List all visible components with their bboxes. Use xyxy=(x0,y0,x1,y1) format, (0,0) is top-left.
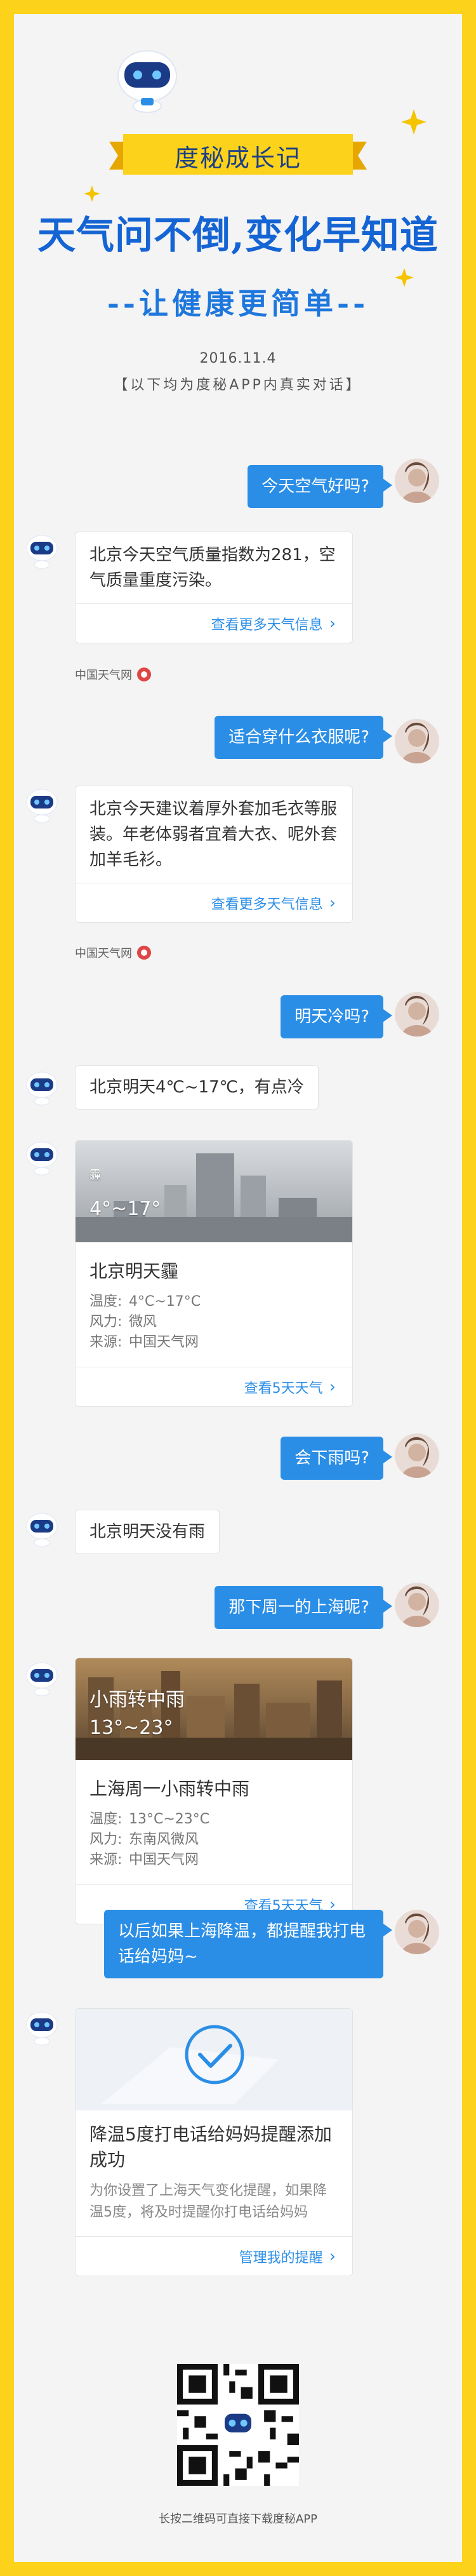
chevron-right-icon: › xyxy=(329,893,336,913)
answer-card: 北京今天建议着厚外套加毛衣等服装。年老体弱者宜着大衣、呢外套加羊毛衫。 查看更多… xyxy=(75,786,353,923)
temp-label: 温度: xyxy=(89,1294,122,1310)
sparkle-icon xyxy=(401,109,426,135)
photo-weather-title: 小雨转中雨 xyxy=(89,1689,185,1711)
source-label: 中国天气网 xyxy=(75,944,151,961)
bot-message: 北京明天4℃~17℃，有点冷 xyxy=(75,1065,319,1110)
rain-photo: 小雨转中雨 13°~23° xyxy=(76,1658,352,1760)
wind-label: 风力: xyxy=(89,1314,122,1330)
temp-value: 4°C~17°C xyxy=(129,1294,201,1310)
user-message: 那下周一的上海呢? xyxy=(215,1586,392,1629)
reminder-title: 降温5度打电话给妈妈提醒添加成功 xyxy=(89,2124,332,2170)
more-weather-link[interactable]: 查看更多天气信息 › xyxy=(76,883,352,922)
answer-text: 北京今天建议着厚外套加毛衣等服装。年老体弱者宜着大衣、呢外套加羊毛衫。 xyxy=(89,800,338,869)
weather-title: 上海周一小雨转中雨 xyxy=(89,1778,250,1799)
sparkle-icon xyxy=(84,185,100,202)
bot-avatar xyxy=(26,789,58,823)
chevron-right-icon: › xyxy=(329,614,336,633)
photo-temperature: 4°~17° xyxy=(89,1198,161,1220)
qr-code[interactable] xyxy=(177,2364,299,2486)
haze-photo: 霾 4°~17° xyxy=(76,1141,352,1242)
user-message: 今天空气好吗? xyxy=(248,465,392,508)
user-message: 会下雨吗? xyxy=(281,1437,392,1480)
answer-text: 北京今天空气质量指数为281，空气质量重度污染。 xyxy=(89,546,336,590)
more-weather-link[interactable]: 查看更多天气信息 › xyxy=(76,603,352,643)
source-text: 中国天气网 xyxy=(75,669,132,682)
source-text: 中国天气网 xyxy=(75,947,132,960)
answer-card: 北京今天空气质量指数为281，空气质量重度污染。 查看更多天气信息 › xyxy=(75,532,353,643)
bot-message: 北京明天没有雨 xyxy=(75,1510,220,1554)
temp-label: 温度: xyxy=(89,1811,122,1827)
article-frame: 度秘成长记 天气问不倒,变化早知道 --让健康更简单-- 2016.11.4 【… xyxy=(14,14,462,2562)
user-message: 以后如果上海降温，都提醒我打电话给妈妈~ xyxy=(104,1910,392,1978)
banner-title: 度秘成长记 xyxy=(174,144,301,172)
bot-avatar xyxy=(26,1513,58,1547)
qr-caption: 长按二维码可直接下载度秘APP xyxy=(158,2512,318,2526)
temp-value: 13°C~23°C xyxy=(129,1811,210,1827)
bot-avatar xyxy=(26,2011,58,2046)
source-logo-icon xyxy=(137,946,151,960)
five-day-label: 查看5天天气 xyxy=(244,1380,323,1397)
source-logo-icon xyxy=(137,667,151,681)
checkmark-icon xyxy=(76,2009,352,2110)
headline: 天气问不倒,变化早知道 xyxy=(37,213,439,258)
five-day-weather-link[interactable]: 查看5天天气 › xyxy=(76,1367,352,1406)
subheadline: --让健康更简单-- xyxy=(107,286,369,321)
chevron-right-icon: › xyxy=(329,2246,336,2266)
reminder-card[interactable]: 降温5度打电话给妈妈提醒添加成功 为你设置了上海天气变化提醒，如果降温5度，将及… xyxy=(75,2008,353,2276)
city-haze-image xyxy=(76,1141,352,1242)
manage-reminders-link[interactable]: 管理我的提醒 › xyxy=(76,2236,352,2276)
wind-label: 风力: xyxy=(89,1832,122,1848)
weather-card[interactable]: 小雨转中雨 13°~23° 上海周一小雨转中雨 温度: 13°C~23°C 风力:… xyxy=(75,1658,353,1924)
bot-avatar xyxy=(26,1662,58,1696)
photo-temperature: 13°~23° xyxy=(89,1717,173,1739)
date: 2016.11.4 xyxy=(199,351,277,366)
user-avatar xyxy=(395,1910,439,1954)
wind-value: 微风 xyxy=(129,1314,157,1330)
user-avatar xyxy=(395,1583,439,1627)
reminder-description: 为你设置了上海天气变化提醒，如果降温5度，将及时提醒你打电话给妈妈 xyxy=(89,2183,327,2220)
notice: 【以下均为度秘APP内真实对话】 xyxy=(114,377,362,393)
user-message: 适合穿什么衣服呢? xyxy=(215,716,392,759)
more-weather-label: 查看更多天气信息 xyxy=(211,896,323,913)
source-label: 中国天气网 xyxy=(75,666,151,683)
haze-icon: 霾 xyxy=(89,1169,101,1182)
weather-title: 北京明天霾 xyxy=(89,1261,179,1282)
user-message: 明天冷吗? xyxy=(281,995,392,1038)
bot-avatar xyxy=(26,535,58,569)
chevron-right-icon: › xyxy=(329,1377,336,1397)
reminder-banner xyxy=(76,2009,352,2110)
user-avatar xyxy=(395,1433,439,1478)
more-weather-label: 查看更多天气信息 xyxy=(211,617,323,633)
source-field-value: 中国天气网 xyxy=(129,1852,199,1868)
source-field-label: 来源: xyxy=(89,1852,122,1868)
user-avatar xyxy=(395,459,439,503)
robot-mascot-icon xyxy=(117,50,177,113)
source-field-label: 来源: xyxy=(89,1334,122,1350)
bot-avatar xyxy=(26,1071,58,1106)
wind-value: 东南风微风 xyxy=(129,1832,199,1848)
weather-card[interactable]: 霾 4°~17° 北京明天霾 温度: 4°C~17°C 风力: 微风 来源: 中国天气… xyxy=(75,1140,353,1407)
user-avatar xyxy=(395,719,439,763)
source-field-value: 中国天气网 xyxy=(129,1334,199,1350)
user-avatar xyxy=(395,992,439,1036)
manage-reminders-label: 管理我的提醒 xyxy=(239,2250,323,2266)
bot-avatar xyxy=(26,1141,58,1176)
